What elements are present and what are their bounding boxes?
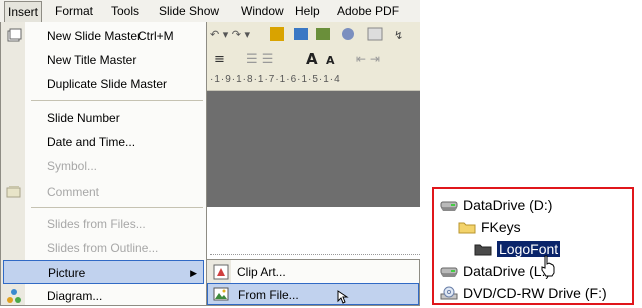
columns-icon (367, 27, 383, 41)
menu-item-symbol: Symbol... (25, 154, 205, 178)
tree-item-label: DataDrive (L:) (463, 263, 551, 279)
svg-text:A: A (306, 50, 318, 67)
formatting-icons: ≡ ☰ ☰ A A ⇤ ⇥ (214, 50, 380, 67)
menu-item-slides-from-outline: Slides from Outline... (25, 236, 205, 260)
tree-item-label: DataDrive (D:) (463, 197, 553, 213)
menu-adobe-pdf[interactable]: Adobe PDF (334, 3, 402, 19)
chart-icon (270, 27, 284, 41)
tree-item-label: FKeys (481, 219, 521, 235)
menu-item-picture[interactable]: Picture ▶ (3, 260, 204, 284)
menu-item-label: New Title Master (47, 53, 137, 67)
tree-item-fkeys[interactable]: FKeys (458, 217, 521, 237)
menu-item-shortcut: Ctrl+M (138, 29, 174, 43)
svg-text:↶ ▾ ↷ ▾: ↶ ▾ ↷ ▾ (210, 28, 250, 41)
menu-item-new-slide-master[interactable]: New Slide Master Ctrl+M (25, 24, 205, 48)
menu-help[interactable]: Help (292, 3, 323, 19)
menu-bar: Insert Format Tools Slide Show Window He… (0, 0, 420, 23)
menu-item-label: Slide Number (47, 111, 120, 125)
network-drive-icon (440, 201, 458, 211)
menu-item-label: Duplicate Slide Master (47, 77, 168, 91)
insert-menu: New Slide Master Ctrl+M New Title Master… (0, 22, 207, 306)
tree-item-datadrive-d[interactable]: DataDrive (D:) (440, 195, 552, 215)
menu-slide-show[interactable]: Slide Show (156, 3, 222, 19)
folder-icon (458, 222, 476, 234)
tree-item-label: DVD/CD-RW Drive (F:) (463, 285, 607, 301)
from-file-icon (213, 287, 229, 301)
menu-item-label: Symbol... (47, 159, 98, 173)
menu-item-label: Slides from Files... (47, 217, 146, 231)
menu-tools[interactable]: Tools (108, 3, 142, 19)
menu-separator (31, 207, 203, 208)
hand-cursor-icon (541, 255, 555, 277)
menu-item-duplicate-slide-master[interactable]: Duplicate Slide Master (25, 72, 205, 96)
svg-text:☰ ☰: ☰ ☰ (246, 52, 273, 67)
toolbar-icons: ↶ ▾ ↷ ▾ ↯ (210, 27, 403, 42)
placeholder-border (210, 254, 420, 255)
menu-item-diagram[interactable]: Diagram... (25, 284, 205, 308)
menu-item-label: Diagram... (47, 289, 103, 303)
menu-item-comment: Comment (25, 180, 205, 204)
tree-item-datadrive-l[interactable]: DataDrive (L:) (440, 261, 550, 281)
menu-item-label: New Slide Master (47, 29, 142, 43)
svg-text:≡: ≡ (214, 52, 225, 67)
folder-tree-panel: DataDrive (D:) FKeys LogoFont DataDrive … (432, 187, 634, 305)
mouse-pointer-icon (337, 290, 349, 304)
menu-window[interactable]: Window (238, 3, 287, 19)
submenu-arrow-icon: ▶ (190, 268, 197, 278)
tree-item-dvd-drive[interactable]: DVD/CD-RW Drive (F:) (440, 283, 607, 303)
menu-item-label: Slides from Outline... (47, 241, 159, 255)
menu-item-label: Date and Time... (47, 135, 136, 149)
tables-borders-icon (316, 28, 330, 40)
diagram-icon (7, 289, 21, 303)
menu-item-slides-from-files: Slides from Files... (25, 212, 205, 236)
menu-insert[interactable]: Insert (4, 1, 43, 22)
slide-master-icon (7, 28, 22, 42)
menu-item-slide-number[interactable]: Slide Number (25, 106, 205, 130)
menu-item-label: Picture (48, 266, 86, 280)
table-icon (294, 28, 308, 40)
menu-format[interactable]: Format (52, 3, 96, 19)
menu-separator (31, 100, 203, 101)
dvd-drive-icon (440, 286, 458, 300)
network-drive-icon (440, 267, 458, 277)
folder-open-icon (474, 244, 492, 256)
svg-text:↯: ↯ (394, 29, 403, 42)
picture-submenu: Clip Art... From File... (206, 259, 420, 306)
svg-text:⇤ ⇥: ⇤ ⇥ (356, 52, 380, 66)
ruler-scale: ·1·9·1·8·1·7·1·6·1·5·1·4 (210, 74, 341, 85)
menu-item-new-title-master[interactable]: New Title Master (25, 48, 205, 72)
menu-item-clip-art[interactable]: Clip Art... (207, 261, 419, 283)
menu-item-label: From File... (238, 288, 299, 302)
menu-item-label: Comment (47, 185, 100, 199)
menu-item-label: Clip Art... (237, 265, 286, 279)
menu-item-date-time[interactable]: Date and Time... (25, 130, 205, 154)
hyperlink-icon (342, 28, 354, 40)
svg-text:A: A (326, 54, 335, 67)
clip-art-icon (213, 264, 229, 280)
comment-icon (6, 186, 21, 198)
menu-item-from-file[interactable]: From File... (207, 283, 419, 305)
